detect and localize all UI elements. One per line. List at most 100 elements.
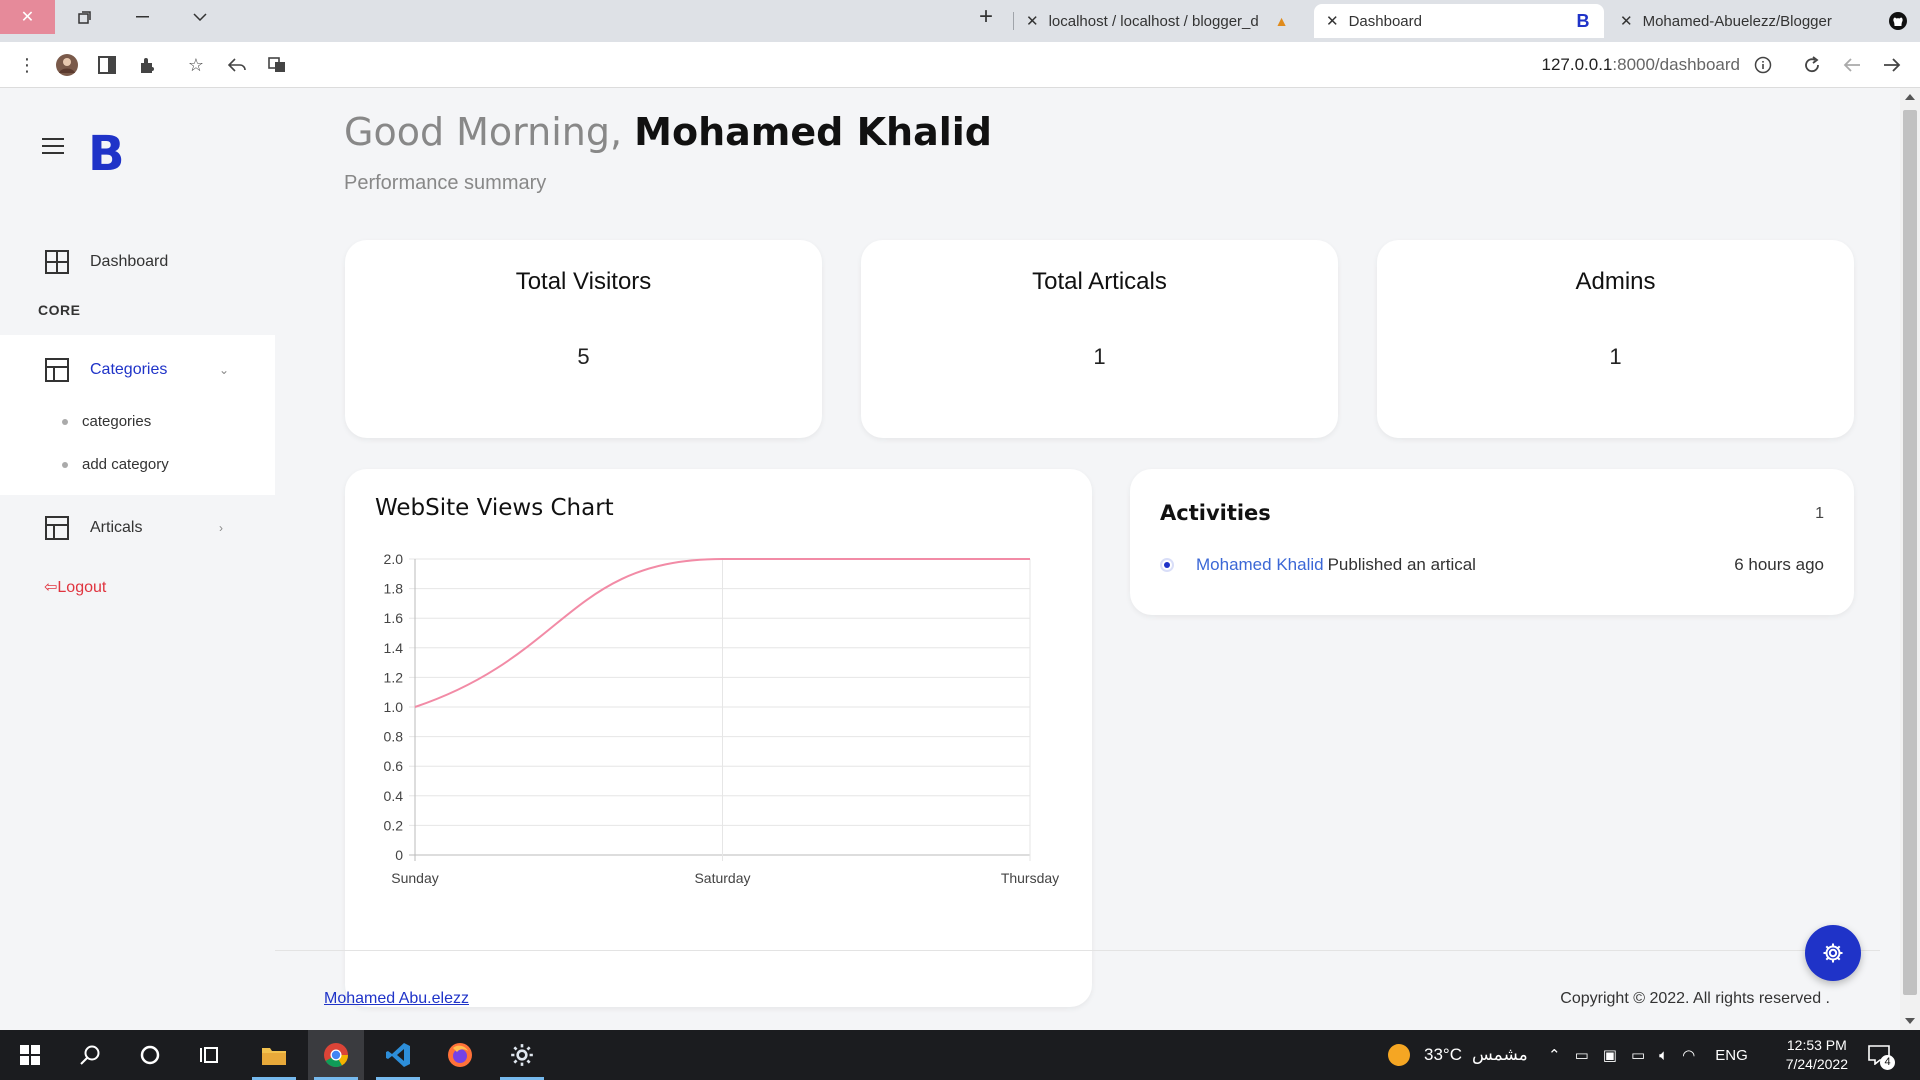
activities-card: Activities 1 Mohamed Khalid Published an… — [1130, 469, 1854, 615]
tab-search-button[interactable] — [174, 0, 226, 34]
start-button[interactable] — [2, 1030, 58, 1080]
sidebar-item-label: Dashboard — [90, 253, 169, 270]
stat-title: Total Visitors — [515, 268, 652, 295]
task-view-button[interactable] — [182, 1030, 238, 1080]
logout-link[interactable]: ⇦Logout — [44, 577, 106, 597]
scroll-down-icon[interactable] — [1905, 1018, 1915, 1024]
sidebar-item-dashboard[interactable]: Dashboard — [0, 241, 275, 283]
x-tick-label: Sunday — [391, 870, 438, 886]
sub-link-categories[interactable]: categories — [62, 413, 151, 430]
tab-title: Mohamed-Abuelezz/Blogger — [1642, 12, 1832, 30]
volume-icon[interactable]: 🔈︎ — [1659, 1047, 1668, 1064]
weather-temp: 33°C — [1424, 1045, 1462, 1064]
close-tab-icon[interactable]: ✕ — [1026, 12, 1039, 30]
search-button[interactable] — [62, 1030, 118, 1080]
battery-icon[interactable]: ▭ — [1631, 1046, 1645, 1064]
notification-center-button[interactable]: 4 — [1868, 1030, 1895, 1080]
y-tick-label: 1.8 — [384, 581, 404, 597]
y-tick-label: 0.2 — [384, 817, 404, 833]
sidebar: B Dashboard CORE Categories ⌄ categories… — [0, 88, 275, 1030]
share-icon[interactable] — [224, 52, 250, 78]
menu-toggle-icon[interactable] — [42, 138, 64, 154]
profile-avatar[interactable] — [54, 52, 80, 78]
meet-now-icon[interactable]: ▭ — [1575, 1046, 1589, 1064]
url-path: :8000/dashboard — [1612, 55, 1740, 74]
new-tab-button[interactable]: + — [960, 0, 1012, 34]
activities-count: 1 — [1815, 505, 1824, 522]
address-bar: ⋮ ☆ 127.0.0.1:8000/dashboard — [0, 42, 1920, 88]
back-arrow-icon[interactable] — [1879, 52, 1905, 78]
y-tick-label: 1.2 — [384, 669, 404, 685]
reload-icon[interactable] — [1799, 52, 1825, 78]
window-restore-button[interactable] — [58, 0, 110, 34]
sidebar-item-categories[interactable]: Categories ⌄ — [0, 349, 275, 391]
scrollbar-thumb[interactable] — [1903, 110, 1917, 995]
tab-github[interactable]: ✕ Mohamed-Abuelezz/Blogger — [1608, 4, 1920, 38]
chrome-button[interactable] — [308, 1030, 364, 1080]
chevron-up-icon[interactable]: ⌃ — [1548, 1046, 1561, 1064]
sub-link-add-category[interactable]: add category — [62, 456, 169, 473]
window-minimize-button[interactable] — [116, 0, 168, 34]
sidebar-item-label: Articals — [90, 519, 143, 536]
vscode-icon — [386, 1043, 410, 1067]
input-language[interactable]: ENG — [1715, 1047, 1748, 1064]
side-panel-icon[interactable] — [94, 52, 120, 78]
forward-arrow-icon[interactable] — [1839, 52, 1865, 78]
close-tab-icon[interactable]: ✕ — [1326, 12, 1339, 30]
y-tick-label: 0.8 — [384, 729, 404, 745]
close-tab-icon[interactable]: ✕ — [1620, 12, 1633, 30]
settings-button[interactable] — [1805, 925, 1861, 981]
views-line-chart: 0 0.2 0.4 0.6 0.8 1.0 1.2 1.4 1.6 1.8 2.0 Sunday Sat… — [384, 551, 1060, 886]
activity-user-link[interactable]: Mohamed Khalid — [1196, 555, 1324, 575]
page-subtitle: Performance summary — [344, 172, 547, 194]
chrome-icon — [324, 1043, 348, 1068]
restore-icon — [77, 10, 91, 24]
extensions-icon[interactable] — [134, 52, 160, 78]
search-icon — [80, 1045, 100, 1065]
tab-dashboard[interactable]: ✕ Dashboard B — [1314, 4, 1604, 38]
blogger-favicon-icon: B — [1576, 10, 1590, 31]
y-tick-label: 0.6 — [384, 758, 404, 774]
network-icon[interactable]: ▣ — [1603, 1046, 1617, 1064]
window-close-button[interactable]: ✕ — [0, 0, 55, 34]
translate-icon[interactable] — [264, 52, 290, 78]
firefox-button[interactable] — [432, 1030, 488, 1080]
wifi-icon[interactable]: ◠ — [1682, 1046, 1695, 1064]
avatar-icon — [56, 54, 78, 76]
stat-card-articals: Total Articals 1 — [861, 240, 1338, 438]
logout-label: Logout — [57, 579, 107, 596]
tab-phpmyadmin[interactable]: ✕ localhost / localhost / blogger_d ▲ — [1014, 4, 1312, 38]
firefox-icon — [448, 1043, 472, 1067]
sidebar-item-label: Categories — [90, 361, 168, 378]
clock-time: 12:53 PM — [1786, 1037, 1847, 1053]
brand-logo[interactable]: B — [88, 126, 125, 182]
vscode-button[interactable] — [370, 1030, 426, 1080]
sidebar-item-articals[interactable]: Articals › — [0, 507, 275, 549]
chart-card: WebSite Views Chart 0 0.2 0.4 0.6 0.8 1.0 1.2 1… — [345, 469, 1092, 1007]
bookmark-star-icon[interactable]: ☆ — [183, 52, 209, 78]
weather-widget[interactable]: 33°C مشمس — [1388, 1030, 1528, 1080]
stat-value: 5 — [577, 344, 590, 369]
clock-date: 7/24/2022 — [1785, 1056, 1848, 1072]
sub-link-label: categories — [82, 413, 152, 430]
taskbar-clock[interactable]: 12:53 PM 7/24/2022 — [1786, 1036, 1848, 1074]
author-link[interactable]: Mohamed Abu.elezz — [324, 990, 469, 1008]
x-tick-label: Saturday — [694, 870, 750, 886]
cortana-button[interactable] — [122, 1030, 178, 1080]
file-explorer-button[interactable] — [246, 1030, 302, 1080]
browser-menu-icon[interactable]: ⋮ — [14, 52, 40, 78]
timeline-dot-icon — [1160, 558, 1174, 572]
notification-count: 4 — [1880, 1054, 1895, 1070]
scroll-up-icon[interactable] — [1905, 94, 1915, 100]
tab-title: localhost / localhost / blogger_d — [1048, 12, 1259, 30]
page-scrollbar[interactable] — [1900, 88, 1920, 1030]
sun-icon — [1388, 1044, 1410, 1066]
activities-title: Activities — [1160, 501, 1271, 525]
settings-app-button[interactable] — [494, 1030, 550, 1080]
activity-action: Published an artical — [1327, 555, 1476, 574]
gear-icon — [1823, 943, 1843, 963]
url-field[interactable]: 127.0.0.1:8000/dashboard — [1541, 55, 1740, 75]
user-name: Mohamed Khalid — [634, 110, 992, 154]
site-info-icon[interactable] — [1750, 52, 1776, 78]
stat-card-admins: Admins 1 — [1377, 240, 1854, 438]
